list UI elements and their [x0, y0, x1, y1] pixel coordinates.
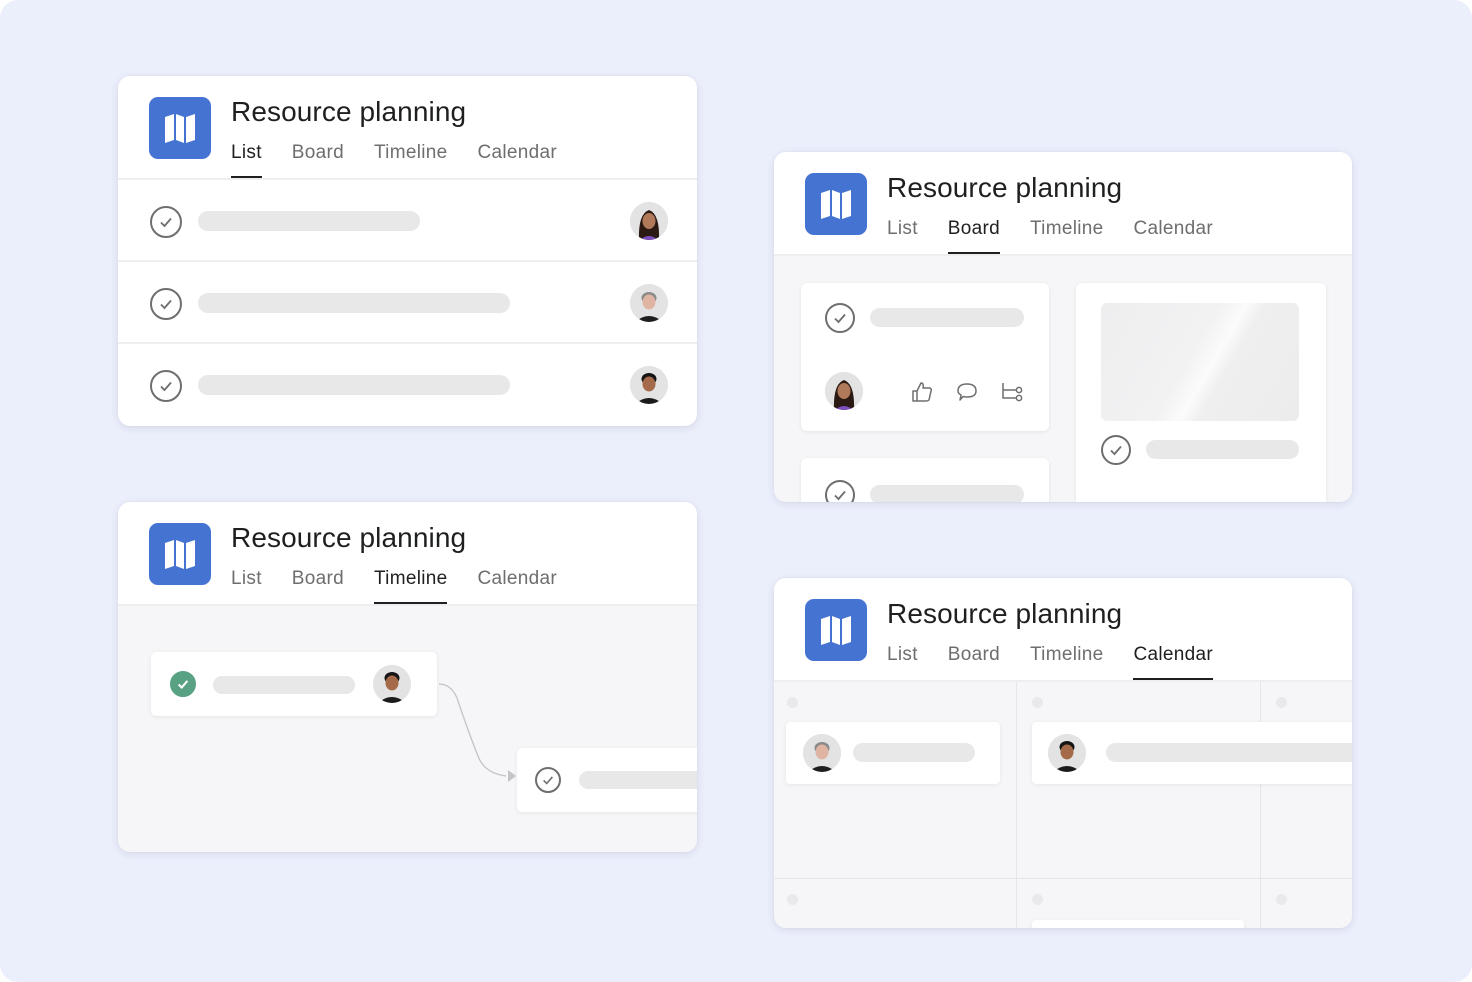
timeline-view-card: Resource planning List Board Timeline Ca…: [118, 502, 697, 852]
day-marker: [1276, 697, 1287, 708]
calendar-event[interactable]: [1032, 722, 1352, 784]
assignee-avatar[interactable]: [630, 284, 668, 322]
list-item[interactable]: [118, 180, 697, 262]
tab-timeline[interactable]: Timeline: [374, 142, 448, 178]
complete-task-checkbox[interactable]: [1101, 435, 1131, 465]
calendar-event[interactable]: [1032, 920, 1244, 928]
day-marker: [1032, 697, 1043, 708]
completed-checkbox[interactable]: [170, 671, 196, 697]
view-tabs: List Board Timeline Calendar: [887, 644, 1243, 680]
tab-board[interactable]: Board: [292, 568, 344, 604]
tab-timeline[interactable]: Timeline: [1030, 644, 1104, 680]
card-header: Resource planning List Board Timeline Ca…: [774, 152, 1352, 256]
day-marker: [787, 894, 798, 905]
task-name-placeholder: [579, 771, 697, 789]
board-task-card[interactable]: [801, 458, 1049, 502]
background: Resource planning List Board Timeline Ca…: [0, 0, 1472, 982]
list-view-card: Resource planning List Board Timeline Ca…: [118, 76, 697, 426]
attachment-image: [1101, 303, 1299, 421]
complete-task-checkbox[interactable]: [150, 288, 182, 320]
tab-list[interactable]: List: [231, 142, 262, 178]
tab-calendar[interactable]: Calendar: [477, 568, 557, 604]
week-divider: [774, 878, 1352, 879]
check-icon: [834, 313, 846, 324]
assignee-avatar[interactable]: [373, 665, 411, 703]
map-icon: [805, 173, 867, 235]
check-icon: [160, 381, 172, 392]
task-name-placeholder: [198, 211, 420, 231]
dependency-arrow: [438, 683, 516, 782]
day-divider: [1016, 682, 1017, 928]
day-divider: [1260, 682, 1261, 928]
check-icon: [1110, 445, 1122, 456]
calendar-grid: [774, 682, 1352, 928]
complete-task-checkbox[interactable]: [825, 480, 855, 502]
list-item[interactable]: [118, 262, 697, 344]
tab-list[interactable]: List: [231, 568, 262, 604]
view-tabs: List Board Timeline Calendar: [231, 568, 587, 604]
tab-calendar[interactable]: Calendar: [1133, 218, 1213, 254]
timeline-canvas: [118, 606, 697, 852]
event-name-placeholder: [853, 743, 975, 762]
tab-timeline[interactable]: Timeline: [1030, 218, 1104, 254]
task-name-placeholder: [1146, 440, 1299, 459]
check-icon: [160, 299, 172, 310]
assignee-avatar[interactable]: [825, 372, 863, 410]
task-name-placeholder: [870, 308, 1024, 327]
card-header: Resource planning List Board Timeline Ca…: [774, 578, 1352, 682]
assignee-avatar[interactable]: [1048, 734, 1086, 772]
complete-task-checkbox[interactable]: [150, 206, 182, 238]
tab-timeline[interactable]: Timeline: [373, 568, 448, 604]
like-icon[interactable]: [909, 379, 935, 405]
day-marker: [1032, 894, 1043, 905]
timeline-task-bar[interactable]: [151, 652, 437, 716]
project-title: Resource planning: [231, 96, 467, 127]
tab-board[interactable]: Board: [948, 644, 1000, 680]
day-marker: [787, 697, 798, 708]
board-task-card-with-image[interactable]: [1076, 283, 1326, 502]
event-name-placeholder: [1106, 743, 1352, 762]
task-name-placeholder: [870, 485, 1024, 502]
subtask-icon[interactable]: [999, 379, 1025, 405]
timeline-task-bar[interactable]: [517, 748, 697, 812]
project-title: Resource planning: [887, 598, 1123, 629]
tab-list[interactable]: List: [887, 218, 918, 254]
task-name-placeholder: [198, 375, 510, 395]
assignee-avatar[interactable]: [630, 202, 668, 240]
list-item[interactable]: [118, 344, 697, 426]
check-icon: [834, 490, 846, 501]
task-name-placeholder: [198, 293, 510, 313]
project-title: Resource planning: [887, 172, 1123, 203]
map-icon: [805, 599, 867, 661]
tab-list[interactable]: List: [887, 644, 918, 680]
board-view-card: Resource planning List Board Timeline Ca…: [774, 152, 1352, 502]
check-icon: [160, 217, 172, 228]
calendar-event[interactable]: [786, 722, 1000, 784]
check-icon: [177, 680, 189, 690]
check-icon: [543, 776, 553, 785]
calendar-view-card: Resource planning List Board Timeline Ca…: [774, 578, 1352, 928]
board-columns: [774, 256, 1352, 502]
task-list: [118, 180, 697, 426]
card-header: Resource planning List Board Timeline Ca…: [118, 502, 697, 606]
tab-board[interactable]: Board: [292, 142, 344, 178]
complete-task-checkbox[interactable]: [535, 767, 561, 793]
card-header: Resource planning List Board Timeline Ca…: [118, 76, 697, 180]
complete-task-checkbox[interactable]: [825, 303, 855, 333]
assignee-avatar[interactable]: [803, 734, 841, 772]
comment-icon[interactable]: [954, 379, 980, 405]
day-marker: [1276, 894, 1287, 905]
map-icon: [149, 97, 211, 159]
complete-task-checkbox[interactable]: [150, 370, 182, 402]
task-name-placeholder: [213, 676, 355, 694]
assignee-avatar[interactable]: [630, 366, 668, 404]
view-tabs: List Board Timeline Calendar: [887, 218, 1243, 254]
tab-calendar[interactable]: Calendar: [477, 142, 557, 178]
tab-board[interactable]: Board: [947, 218, 1001, 254]
board-task-card[interactable]: [801, 283, 1049, 431]
map-icon: [149, 523, 211, 585]
tab-calendar[interactable]: Calendar: [1133, 644, 1213, 680]
project-title: Resource planning: [231, 522, 467, 553]
view-tabs: List Board Timeline Calendar: [231, 142, 587, 178]
